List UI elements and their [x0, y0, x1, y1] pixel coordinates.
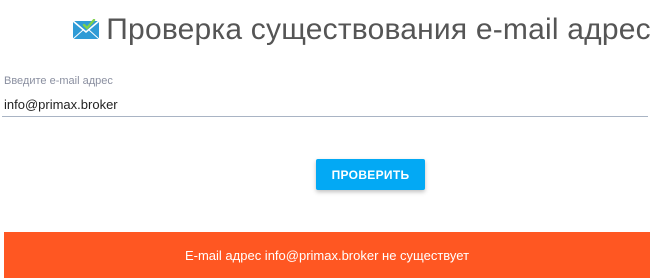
email-field-label: Введите e-mail адрес — [4, 75, 113, 87]
page-title: Проверка существования e-mail адреса — [106, 13, 650, 46]
email-input[interactable] — [2, 93, 648, 117]
envelope-check-icon — [72, 18, 102, 41]
check-button[interactable]: ПРОВЕРИТЬ — [316, 159, 425, 190]
page-header: Проверка существования e-mail адреса — [0, 10, 650, 50]
result-error-banner: E-mail адрес info@primax.broker не сущес… — [4, 232, 650, 278]
